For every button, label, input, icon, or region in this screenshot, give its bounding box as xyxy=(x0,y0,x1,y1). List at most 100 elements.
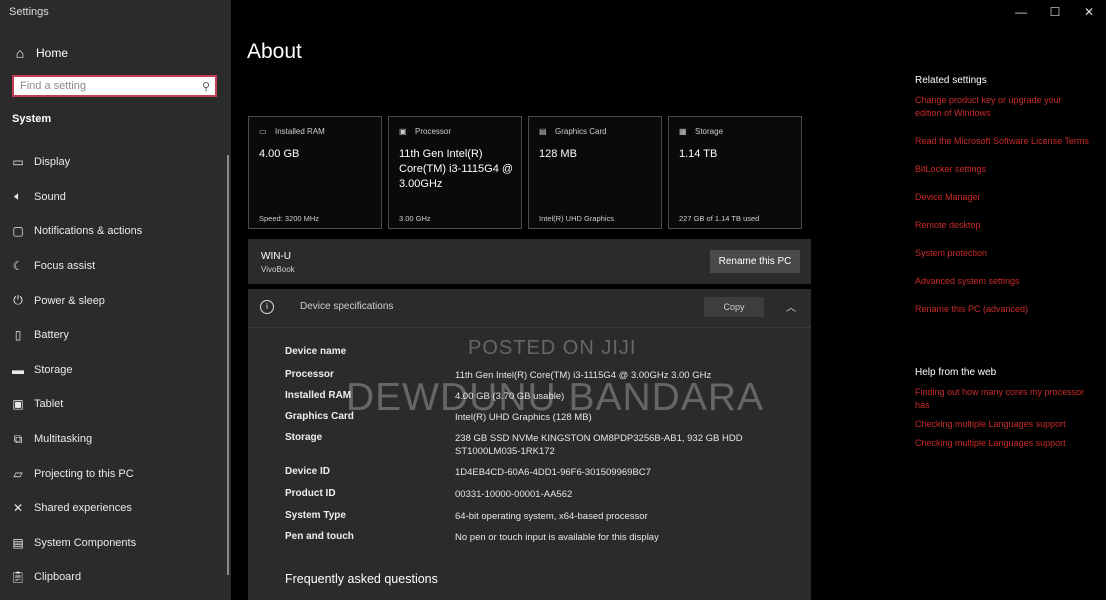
sidebar-scrollbar[interactable] xyxy=(227,155,229,575)
minimize-icon[interactable]: — xyxy=(1004,0,1038,24)
close-icon[interactable]: ✕ xyxy=(1072,0,1106,24)
battery-icon: ▯ xyxy=(14,328,22,343)
home-icon: ⌂ xyxy=(15,45,25,61)
watermark-posted: POSTED ON JIJI xyxy=(468,337,637,359)
spec-panel-title: Device specifications xyxy=(300,301,394,312)
tablet-icon: ▣ xyxy=(12,397,24,412)
spec-value: 1D4EB4CD-60A6-4DD1-96F6-301509969BC7 xyxy=(455,467,651,478)
sidebar-item-label: Display xyxy=(34,156,71,169)
sidebar-item-label: Tablet xyxy=(34,398,64,411)
storage-icon: ▦ xyxy=(679,127,687,136)
copy-button[interactable]: Copy xyxy=(704,297,764,317)
sidebar-item-label: Clipboard xyxy=(34,571,82,584)
card-installed-ram: ▭ Installed RAM 4.00 GB Speed: 3200 MHz xyxy=(248,116,382,229)
sidebar-item-label: Sound xyxy=(34,190,66,203)
sidebar-item-shared-experiences[interactable]: ✕ Shared experiences xyxy=(0,491,231,526)
card-label: Installed RAM xyxy=(275,127,325,136)
sidebar-item-label: System Components xyxy=(34,536,137,549)
spec-cards: ▭ Installed RAM 4.00 GB Speed: 3200 MHz ▣… xyxy=(248,116,802,229)
system-components-icon: ▤ xyxy=(12,535,24,550)
sidebar-item-label: Multitasking xyxy=(34,433,93,446)
spec-key: Product ID xyxy=(285,488,336,499)
card-label: Processor xyxy=(415,127,452,136)
link-license-terms[interactable]: Read the Microsoft Software License Term… xyxy=(915,135,1090,148)
chevron-up-icon[interactable]: ︿ xyxy=(786,299,796,314)
sidebar-item-power-sleep[interactable]: ⏻ Power & sleep xyxy=(0,283,231,318)
spec-panel-header[interactable]: i Device specifications Copy ︿ xyxy=(248,289,811,328)
sidebar-item-projecting[interactable]: ▱ Projecting to this PC xyxy=(0,456,231,491)
link-remote-desktop[interactable]: Remote desktop xyxy=(915,219,1090,232)
sidebar-item-label: Power & sleep xyxy=(34,294,105,307)
link-change-product-key[interactable]: Change product key or upgrade your editi… xyxy=(915,94,1090,120)
sidebar-item-storage[interactable]: ▬ Storage xyxy=(0,353,231,388)
sidebar-item-label: Projecting to this PC xyxy=(34,467,134,480)
sidebar-item-battery[interactable]: ▯ Battery xyxy=(0,318,231,353)
sidebar-nav: ▭ Display 🔈︎ Sound ▢ Notifications & act… xyxy=(0,145,231,595)
spec-value: 238 GB SSD NVMe KINGSTON OM8PDP3256B-AB1… xyxy=(455,433,743,457)
card-value: 11th Gen Intel(R) Core(TM) i3-1115G4 @ 3… xyxy=(399,148,514,190)
spec-key: System Type xyxy=(285,510,346,521)
focus-assist-icon: ☾ xyxy=(12,259,24,274)
card-sub: Intel(R) UHD Graphics xyxy=(539,214,615,223)
spec-key: Storage xyxy=(285,432,323,443)
maximize-icon[interactable]: ☐ xyxy=(1038,0,1072,24)
spec-value: 64-bit operating system, x64-based proce… xyxy=(455,511,648,522)
sidebar-item-label: Shared experiences xyxy=(34,502,132,515)
device-model: VivoBook xyxy=(261,265,295,274)
link-advanced-system-settings[interactable]: Advanced system settings xyxy=(915,275,1090,288)
window-title: Settings xyxy=(9,6,49,18)
help-from-web: Help from the web Finding out how many c… xyxy=(915,367,1090,456)
projecting-icon: ▱ xyxy=(13,466,23,481)
card-sub: Speed: 3200 MHz xyxy=(259,214,320,223)
help-heading: Help from the web xyxy=(915,367,997,378)
sidebar-item-system-components[interactable]: ▤ System Components xyxy=(0,526,231,561)
link-system-protection[interactable]: System protection xyxy=(915,247,1090,260)
spec-row-system-type: System Type 64-bit operating system, x64… xyxy=(285,510,785,523)
spec-value: No pen or touch input is available for t… xyxy=(455,532,659,543)
search-icon[interactable]: ⚲ xyxy=(197,80,215,93)
sidebar-item-tablet[interactable]: ▣ Tablet xyxy=(0,387,231,422)
sidebar-item-home[interactable]: ⌂ Home xyxy=(0,37,231,69)
spec-value: 00331-10000-00001-AA562 xyxy=(455,489,573,500)
help-link-languages[interactable]: Checking multiple Languages support xyxy=(915,418,1090,431)
link-rename-pc-advanced[interactable]: Rename this PC (advanced) xyxy=(915,303,1090,316)
sidebar-item-focus-assist[interactable]: ☾ Focus assist xyxy=(0,249,231,284)
spec-key: Device ID xyxy=(285,466,331,477)
card-sub: 3.00 GHz xyxy=(399,214,431,223)
section-heading-system: System xyxy=(12,113,52,125)
card-label: Graphics Card xyxy=(555,127,607,136)
rename-pc-button[interactable]: Rename this PC xyxy=(710,250,800,273)
sidebar-item-label: Focus assist xyxy=(34,260,96,273)
multitasking-icon: ⧉ xyxy=(13,431,23,446)
sidebar: Settings ⌂ Home Find a setting ⚲ System … xyxy=(0,0,231,600)
sidebar-item-notifications[interactable]: ▢ Notifications & actions xyxy=(0,214,231,249)
card-label: Storage xyxy=(695,127,724,136)
shared-experiences-icon: ✕ xyxy=(12,501,24,516)
clipboard-icon: 📋︎ xyxy=(10,570,26,585)
card-storage: ▦ Storage 1.14 TB 227 GB of 1.14 TB used xyxy=(668,116,802,229)
home-label: Home xyxy=(36,46,69,60)
related-settings: Related settings Change product key or u… xyxy=(915,75,1090,331)
card-value: 128 MB xyxy=(539,148,577,160)
faq-heading: Frequently asked questions xyxy=(285,572,438,586)
display-icon: ▭ xyxy=(12,155,24,170)
sidebar-item-clipboard[interactable]: 📋︎ Clipboard xyxy=(0,560,231,595)
help-link-languages-2[interactable]: Checking multiple Languages support xyxy=(915,437,1090,450)
sound-icon: 🔈︎ xyxy=(14,189,22,204)
link-bitlocker[interactable]: BitLocker settings xyxy=(915,163,1090,176)
search-input[interactable]: Find a setting xyxy=(14,80,197,92)
info-icon: i xyxy=(260,300,274,314)
graphics-card-icon: ▤ xyxy=(539,127,547,136)
window-controls: — ☐ ✕ xyxy=(1004,0,1106,24)
sidebar-item-sound[interactable]: 🔈︎ Sound xyxy=(0,180,231,215)
search-box[interactable]: Find a setting ⚲ xyxy=(12,75,217,97)
sidebar-item-label: Notifications & actions xyxy=(34,225,143,238)
card-value: 1.14 TB xyxy=(679,148,718,160)
spec-key: Pen and touch xyxy=(285,531,354,542)
help-link-cores[interactable]: Finding out how many cores my processor … xyxy=(915,386,1090,412)
sidebar-item-multitasking[interactable]: ⧉ Multitasking xyxy=(0,422,231,457)
sidebar-item-display[interactable]: ▭ Display xyxy=(0,145,231,180)
page-title: About xyxy=(247,40,302,63)
spec-key: Device name xyxy=(285,346,347,357)
link-device-manager[interactable]: Device Manager xyxy=(915,191,1090,204)
